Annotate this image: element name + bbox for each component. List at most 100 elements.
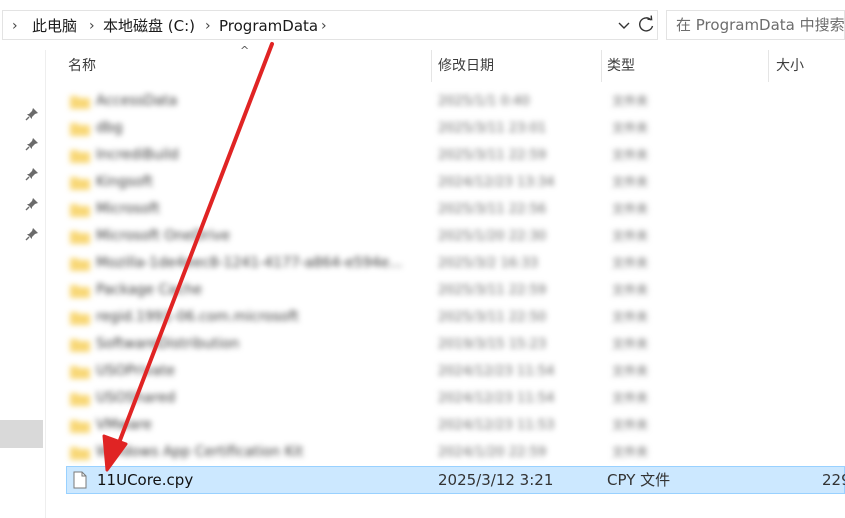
breadcrumb-item-local-disk[interactable]: 本地磁盘 (C:) [103,11,195,41]
list-item[interactable]: VMware 2024/12/23 11:53 文件夹 [46,412,845,439]
folder-type: 文件夹 [612,175,649,189]
folder-type: 文件夹 [612,256,649,270]
folder-name[interactable]: Package Cache [96,277,202,304]
folder-type: 文件夹 [612,364,649,378]
search-input[interactable]: 在 ProgramData 中搜索 [666,10,845,40]
document-icon [73,471,87,489]
folder-type: 文件夹 [612,445,649,459]
column-header-type[interactable]: 类型 [607,50,635,82]
folder-type: 文件夹 [612,202,649,216]
breadcrumb-item-programdata[interactable]: ProgramData [219,11,318,41]
breadcrumb[interactable]: › 此电脑 › 本地磁盘 (C:) › ProgramData › [2,10,658,40]
folder-icon [70,420,90,433]
folder-date: 2024/12/23 11:53 [438,418,555,433]
list-item[interactable]: regid.1991-06.com.microsoft 2025/3/11 22:… [46,304,845,331]
list-item[interactable]: Mozilla-1de4eec8-1241-4177-a864-e594e...… [46,250,845,277]
list-item[interactable]: IncrediBuild 2025/3/11 22:59 文件夹 [46,142,845,169]
folder-name[interactable]: AccessData [96,88,177,115]
folder-icon [70,285,90,298]
folder-type: 文件夹 [612,148,649,162]
folder-date: 2025/3/11 22:50 [438,310,547,325]
folder-type: 文件夹 [612,229,649,243]
pin-icon[interactable] [24,136,40,152]
list-item[interactable]: dbg 2025/3/11 23:01 文件夹 [46,115,845,142]
folder-date: 2024/12/23 13:34 [438,175,555,190]
refresh-button[interactable] [634,10,658,40]
folder-date: 2019/3/15 15:23 [438,337,547,352]
folder-name[interactable]: SoftwareDistribution [96,331,239,358]
chevron-right-icon[interactable]: › [89,11,95,41]
folder-type: 文件夹 [612,418,649,432]
folder-name[interactable]: VMware [96,412,152,439]
chevron-right-icon[interactable]: › [321,11,327,41]
nav-item-selected[interactable] [0,420,43,448]
folder-date: 2025/3/2 16:33 [438,256,538,271]
folder-name[interactable]: Windows App Certification Kit [96,439,303,466]
file-type: CPY 文件 [607,471,671,489]
folder-date: 2024/12/23 11:54 [438,364,555,379]
list-item[interactable]: Kingsoft 2024/12/23 13:34 文件夹 [46,169,845,196]
folder-icon [70,339,90,352]
folder-name[interactable]: IncrediBuild [96,142,179,169]
list-item[interactable]: AccessData 2025/1/1 0:40 文件夹 [46,88,845,115]
folder-type: 文件夹 [612,94,649,108]
folder-type: 文件夹 [612,337,649,351]
folder-date: 2025/3/11 22:59 [438,148,547,163]
folder-icon [70,150,90,163]
chevron-right-icon[interactable]: › [205,11,211,41]
column-separator[interactable] [768,50,769,82]
folder-name[interactable]: Microsoft [96,196,160,223]
folder-date: 2025/3/11 23:01 [438,121,547,136]
folder-name[interactable]: USOShared [96,385,175,412]
folder-name[interactable]: regid.1991-06.com.microsoft [96,304,299,331]
folder-date: 2025/3/11 22:56 [438,202,547,217]
list-item[interactable]: Windows App Certification Kit 2024/1/20 2… [46,439,845,466]
folder-name[interactable]: Kingsoft [96,169,153,196]
folder-icon [70,312,90,325]
file-size: 229 [822,471,845,489]
folder-date: 2024/1/20 22:59 [438,445,547,460]
list-item[interactable]: Microsoft 2025/3/11 22:56 文件夹 [46,196,845,223]
folder-icon [70,123,90,136]
folder-type: 文件夹 [612,310,649,324]
file-name[interactable]: 11UCore.cpy [97,467,193,493]
folder-icon [70,366,90,379]
file-row-selected[interactable]: 11UCore.cpy 2025/3/12 3:21 CPY 文件 229 [66,466,845,494]
folder-icon [70,258,90,271]
folder-icon [70,177,90,190]
column-header-date[interactable]: 修改日期 [438,50,494,82]
column-separator[interactable] [431,50,432,82]
folder-name[interactable]: Mozilla-1de4eec8-1241-4177-a864-e594e... [96,250,403,277]
chevron-down-icon [618,22,630,29]
chevron-right-icon[interactable]: › [12,11,18,41]
list-item[interactable]: SoftwareDistribution 2019/3/15 15:23 文件夹 [46,331,845,358]
folder-name[interactable]: dbg [96,115,123,142]
file-list-blurred: AccessData 2025/1/1 0:40 文件夹 dbg 2025/3/11 2… [46,88,845,466]
column-header-size[interactable]: 大小 [776,50,804,82]
folder-date: 2025/3/11 22:59 [438,283,547,298]
folder-date: 2025/1/1 0:40 [438,94,530,109]
folder-date: 2025/1/20 22:30 [438,229,547,244]
list-item[interactable]: Package Cache 2025/3/11 22:59 文件夹 [46,277,845,304]
list-item[interactable]: Microsoft OneDrive 2025/1/20 22:30 文件夹 [46,223,845,250]
list-item[interactable]: USOShared 2024/12/23 11:54 文件夹 [46,385,845,412]
pin-icon[interactable] [24,166,40,182]
column-separator[interactable] [601,50,602,82]
sort-ascending-icon: ^ [240,44,250,57]
folder-icon [70,96,90,109]
pin-icon[interactable] [24,106,40,122]
folder-type: 文件夹 [612,121,649,135]
file-date: 2025/3/12 3:21 [438,471,554,489]
folder-type: 文件夹 [612,391,649,405]
folder-name[interactable]: Microsoft OneDrive [96,223,230,250]
column-header-row: ^ 名称 修改日期 类型 大小 [46,44,845,82]
pin-icon[interactable] [24,196,40,212]
breadcrumb-item-this-pc[interactable]: 此电脑 [32,11,77,41]
folder-name[interactable]: USOPrivate [96,358,175,385]
pin-icon[interactable] [24,226,40,242]
refresh-icon [639,15,654,32]
column-header-name[interactable]: 名称 [68,50,96,82]
list-item[interactable]: USOPrivate 2024/12/23 11:54 文件夹 [46,358,845,385]
address-history-dropdown[interactable] [614,10,634,40]
folder-icon [70,231,90,244]
